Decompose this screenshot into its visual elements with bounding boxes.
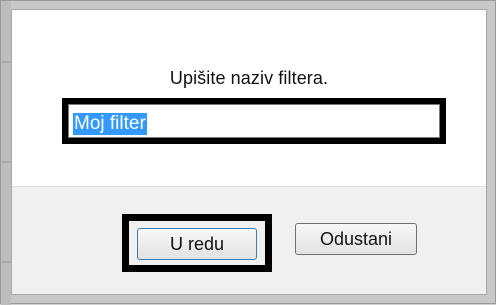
filter-name-input[interactable]: Moj filter: [68, 104, 440, 138]
dialog-button-bar: U redu Odustani: [12, 186, 486, 294]
ok-button[interactable]: U redu: [137, 228, 257, 260]
background-window-edge: [1, 1, 11, 305]
dialog-prompt: Upišite naziv filtera.: [169, 68, 329, 88]
filter-name-field-highlight: Moj filter: [62, 98, 446, 144]
screen-background: Upišite naziv filtera. Moj filter U redu…: [0, 0, 496, 305]
filter-name-dialog: Upišite naziv filtera. Moj filter U redu…: [11, 9, 487, 295]
ok-button-highlight: U redu: [122, 214, 272, 272]
cancel-button[interactable]: Odustani: [295, 223, 417, 255]
filter-name-input-value[interactable]: Moj filter: [73, 113, 147, 135]
dialog-content: Upišite naziv filtera. Moj filter: [12, 10, 486, 186]
